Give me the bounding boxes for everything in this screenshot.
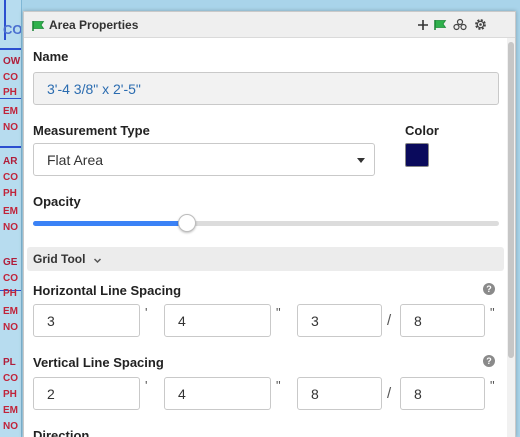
- drawing-text: GE: [3, 257, 18, 268]
- panel-titlebar[interactable]: Area Properties: [24, 12, 515, 38]
- fraction-slash: /: [387, 312, 392, 329]
- drawing-line: [0, 146, 21, 148]
- horizontal-spacing-label: Horizontal Line Spacing: [33, 283, 182, 298]
- drawing-text: PL: [3, 357, 16, 368]
- drawing-text: EM: [3, 206, 18, 217]
- drawing-text: EM: [3, 306, 18, 317]
- drawing-text: PH: [3, 288, 17, 299]
- color-swatch[interactable]: [405, 143, 429, 167]
- background-drawing: CO OW CO PH EM NO AR CO PH EM NO GE CO P…: [0, 0, 22, 437]
- horizontal-denominator-input[interactable]: 8: [400, 304, 485, 337]
- gear-icon[interactable]: [473, 17, 488, 32]
- drawing-text: PH: [3, 188, 17, 199]
- grid-tool-label: Grid Tool: [33, 252, 86, 266]
- vertical-denominator-input[interactable]: 8: [400, 377, 485, 410]
- vertical-inches-input[interactable]: 4: [164, 377, 271, 410]
- chevron-down-icon: [93, 252, 102, 270]
- chevron-down-icon: [357, 158, 365, 163]
- inch-mark: ": [490, 378, 495, 393]
- vertical-spacing-label: Vertical Line Spacing: [33, 355, 164, 370]
- name-label: Name: [33, 49, 69, 64]
- measurement-type-value: Flat Area: [47, 151, 104, 168]
- drawing-text: PH: [3, 389, 17, 400]
- drawing-text: EM: [3, 405, 18, 416]
- opacity-label: Opacity: [33, 194, 81, 209]
- drawing-text: CO: [3, 273, 18, 284]
- measurement-type-label: Measurement Type: [33, 123, 150, 138]
- drawing-line: [0, 98, 21, 99]
- grid-tool-section-header[interactable]: Grid Tool: [27, 247, 504, 271]
- horizontal-numerator-input[interactable]: 3: [297, 304, 382, 337]
- drawing-text: NO: [3, 222, 18, 233]
- help-icon[interactable]: ?: [483, 283, 495, 295]
- area-flag-icon: [32, 19, 45, 37]
- drawing-text: CO: [3, 22, 22, 37]
- drawing-text: CO: [3, 373, 18, 384]
- drawing-text: NO: [3, 122, 18, 133]
- drawing-text: NO: [3, 322, 18, 333]
- foot-mark: ': [145, 378, 148, 393]
- foot-mark: ': [145, 305, 148, 320]
- vertical-feet-input[interactable]: 2: [33, 377, 140, 410]
- inch-mark: ": [276, 305, 281, 320]
- name-field[interactable]: 3'-4 3/8" x 2'-5": [33, 72, 499, 105]
- help-icon[interactable]: ?: [483, 355, 495, 367]
- direction-label: Direction: [33, 428, 90, 437]
- drawing-text: OW: [3, 56, 21, 67]
- opacity-slider-thumb[interactable]: [178, 214, 196, 232]
- vertical-numerator-input[interactable]: 8: [297, 377, 382, 410]
- add-icon[interactable]: [415, 17, 430, 32]
- drawing-text: AR: [3, 156, 18, 167]
- panel-title: Area Properties: [49, 18, 139, 32]
- opacity-slider-fill: [33, 221, 187, 226]
- drawing-text: PH: [3, 87, 17, 98]
- drawing-line: [0, 48, 21, 50]
- drawing-text: CO: [3, 72, 18, 83]
- drawing-text: EM: [3, 106, 18, 117]
- fraction-slash: /: [387, 385, 392, 402]
- group-icon[interactable]: [452, 17, 467, 32]
- area-properties-panel: Area Properties Name 3'-4 3/8" x 2'-5" M…: [23, 11, 516, 437]
- inch-mark: ": [276, 378, 281, 393]
- inch-mark: ": [490, 305, 495, 320]
- measurement-type-select[interactable]: Flat Area: [33, 143, 375, 176]
- panel-scrollbar[interactable]: [507, 38, 515, 437]
- color-label: Color: [405, 123, 439, 138]
- drawing-text: NO: [3, 421, 18, 432]
- opacity-slider[interactable]: [33, 221, 499, 226]
- horizontal-inches-input[interactable]: 4: [164, 304, 271, 337]
- drawing-text: CO: [3, 172, 18, 183]
- horizontal-feet-input[interactable]: 3: [33, 304, 140, 337]
- area-flag-icon[interactable]: [433, 17, 448, 32]
- scrollbar-thumb[interactable]: [508, 42, 514, 358]
